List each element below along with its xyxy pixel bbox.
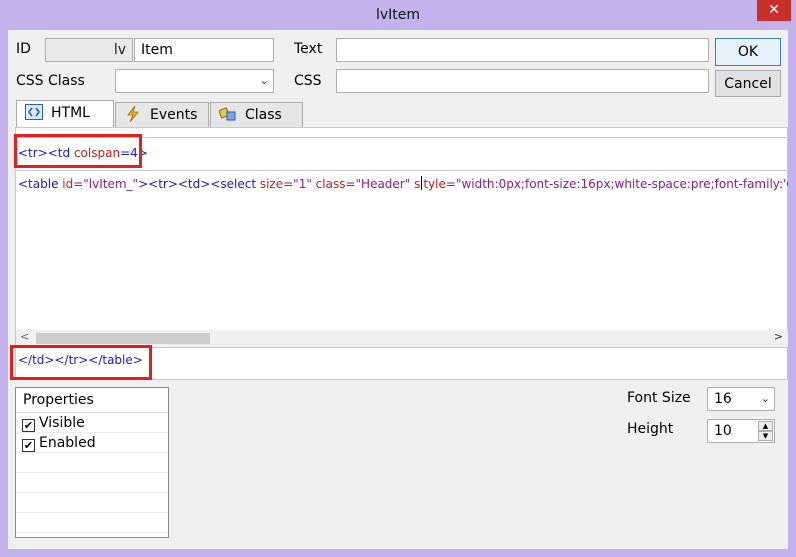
text-label: Text: [294, 41, 323, 57]
scroll-left-icon[interactable]: <: [20, 330, 29, 343]
tab-class-label: Class: [245, 107, 282, 123]
list-item: [16, 453, 168, 473]
spinner-buttons: ▲ ▼: [758, 421, 773, 441]
id-input[interactable]: Item: [134, 38, 274, 62]
property-enabled[interactable]: ✔ Enabled: [16, 433, 168, 453]
css-class-dropdown[interactable]: ⌄: [115, 69, 274, 93]
code-token: ="lvItem_": [73, 177, 139, 191]
height-spinner[interactable]: 10 ▲ ▼: [707, 419, 775, 443]
css-label: CSS: [294, 73, 322, 89]
list-item: [16, 473, 168, 493]
css-class-label: CSS Class: [16, 73, 85, 89]
property-visible-label: Visible: [39, 415, 85, 431]
class-puzzle-icon: [218, 106, 237, 122]
list-item: [16, 493, 168, 513]
tab-events[interactable]: Events: [115, 102, 209, 128]
tab-html[interactable]: HTML: [16, 100, 114, 128]
html-code-line: <table id="lvItem_"><tr><td><select size…: [18, 176, 788, 191]
code-token: ="Header": [345, 177, 415, 191]
close-button[interactable]: ✕: [757, 0, 791, 21]
code-token: id: [62, 177, 74, 191]
lightning-icon: [124, 105, 142, 123]
chevron-down-icon: ⌄: [760, 392, 770, 405]
property-visible[interactable]: ✔ Visible: [16, 413, 168, 433]
dialog-body: ID lv Item Text OK CSS Class ⌄ CSS Cance…: [8, 30, 788, 549]
suffix-highlight-box: [10, 345, 152, 380]
scroll-right-icon[interactable]: >: [774, 330, 783, 343]
code-token: ><tr><td><select: [138, 177, 260, 191]
html-code-editor[interactable]: <table id="lvItem_"><tr><td><select size…: [16, 170, 788, 330]
font-size-label: Font Size: [627, 390, 691, 406]
prefix-highlight-box: [14, 134, 142, 168]
window-title: lvItem: [375, 7, 421, 23]
tab-class[interactable]: Class: [210, 102, 303, 128]
properties-header: Properties: [16, 388, 168, 413]
id-prefix-field: lv: [45, 38, 133, 62]
code-token: ="width:0px;font-size:16px;white-space:p…: [445, 177, 788, 191]
spin-down-icon[interactable]: ▼: [758, 431, 773, 441]
list-item: [16, 513, 168, 533]
property-enabled-label: Enabled: [39, 435, 96, 451]
text-input[interactable]: [336, 38, 709, 62]
code-token: <table: [18, 177, 63, 191]
tab-html-label: HTML: [51, 105, 90, 121]
font-size-value: 16: [714, 391, 732, 407]
cancel-button[interactable]: Cancel: [715, 70, 781, 97]
html-code-icon: [25, 104, 43, 120]
code-token: ="1": [283, 177, 316, 191]
code-token: tyle: [423, 177, 446, 191]
checkbox-visible[interactable]: ✔: [22, 419, 35, 432]
ok-button[interactable]: OK: [715, 38, 781, 66]
css-input[interactable]: [336, 69, 709, 93]
title-bar[interactable]: lvItem ✕: [0, 0, 796, 30]
code-token: s: [414, 177, 421, 191]
chevron-down-icon: ⌄: [259, 74, 269, 87]
scroll-thumb[interactable]: [36, 333, 210, 344]
code-token: size: [259, 177, 284, 191]
height-label: Height: [627, 421, 674, 437]
checkbox-enabled[interactable]: ✔: [22, 439, 35, 452]
code-token: class: [315, 177, 346, 191]
spin-up-icon[interactable]: ▲: [758, 421, 773, 431]
properties-list: Properties ✔ Visible ✔ Enabled: [15, 387, 169, 538]
id-label: ID: [16, 41, 31, 57]
tab-events-label: Events: [150, 107, 198, 123]
height-value: 10: [714, 423, 732, 439]
dialog-window: lvItem ✕ ID lv Item Text OK CSS Class ⌄ …: [0, 0, 796, 557]
font-size-dropdown[interactable]: 16 ⌄: [707, 387, 775, 411]
